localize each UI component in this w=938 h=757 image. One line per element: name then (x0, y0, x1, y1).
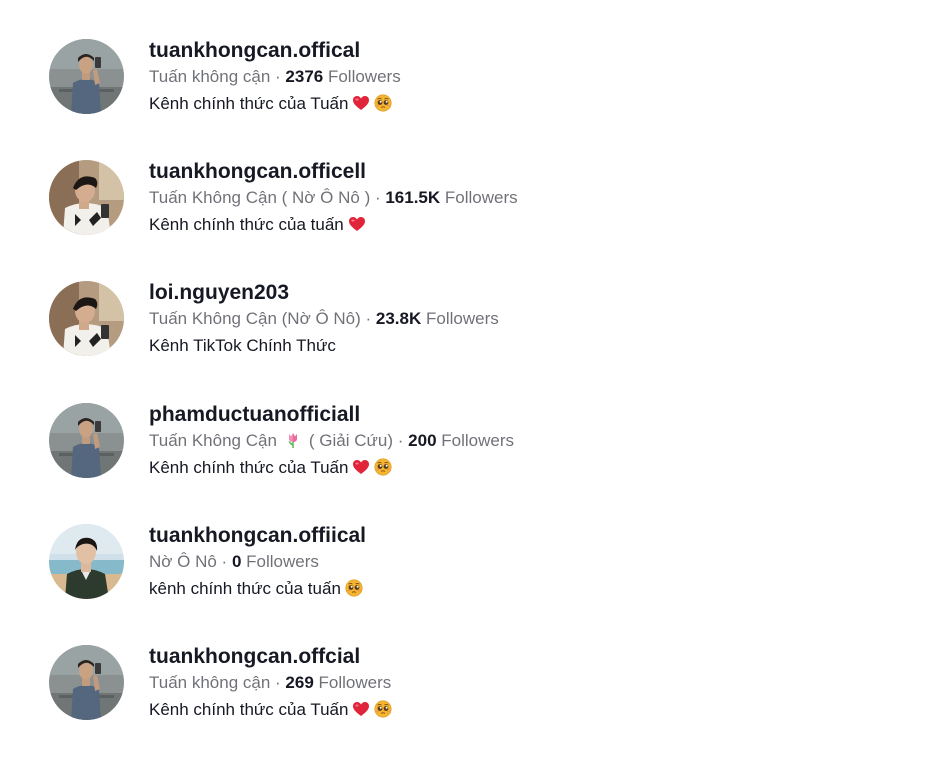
nickname-part-1: Tuấn Không Cận (149, 431, 277, 450)
followers-count: 23.8K (375, 309, 422, 328)
username[interactable]: loi.nguyen203 (149, 280, 499, 306)
followers-label: Followers (436, 431, 514, 450)
followers-count: 269 (285, 673, 314, 692)
bio-text: Kênh chính thức của Tuấn (149, 700, 349, 719)
pleading-face-emoji (345, 579, 363, 597)
user-bio: Kênh TikTok Chính Thức (149, 335, 499, 357)
user-result-item[interactable]: tuankhongcan.offcial Tuấn không cận · 26… (49, 644, 909, 744)
meta-separator: · (270, 673, 286, 692)
avatar[interactable] (49, 403, 124, 478)
bio-text: Kênh chính thức của Tuấn (149, 458, 349, 477)
user-result-item[interactable]: tuankhongcan.offiical Nờ Ô Nô · 0 Follow… (49, 523, 909, 623)
nickname: Nờ Ô Nô (149, 552, 217, 571)
avatar[interactable] (49, 645, 124, 720)
user-bio: Kênh chính thức của Tuấn (149, 93, 401, 115)
user-bio: Kênh chính thức của Tuấn (149, 699, 392, 721)
red-heart-emoji (352, 94, 370, 112)
nickname: Tuấn không cận (149, 673, 271, 692)
meta-separator: · (270, 67, 286, 86)
followers-label: Followers (440, 188, 518, 207)
bio-text: kênh chính thức của tuấn (149, 579, 341, 598)
meta-separator: · (370, 188, 386, 207)
user-meta: Tuấn Không Cận ( Giải Cứu) · 200 Follower… (149, 430, 514, 452)
followers-count: 0 (231, 552, 242, 571)
followers-label: Followers (241, 552, 319, 571)
pleading-face-emoji (374, 94, 392, 112)
user-info: phamductuanofficiall Tuấn Không Cận ( Giả… (149, 402, 514, 479)
meta-separator: · (216, 552, 232, 571)
bio-text: Kênh chính thức của tuấn (149, 215, 344, 234)
nickname-part-2: ( Giải Cứu) (308, 431, 394, 450)
user-info: tuankhongcan.officell Tuấn Không Cận ( N… (149, 159, 518, 236)
user-info: tuankhongcan.offcial Tuấn không cận · 26… (149, 644, 392, 721)
user-meta: Tuấn Không Cận (Nờ Ô Nô) · 23.8K Followe… (149, 308, 499, 330)
bio-text: Kênh TikTok Chính Thức (149, 336, 336, 355)
user-bio: Kênh chính thức của Tuấn (149, 457, 514, 479)
avatar[interactable] (49, 524, 124, 599)
user-meta: Tuấn Không Cận ( Nờ Ô Nô ) · 161.5K Foll… (149, 187, 518, 209)
nickname: Tuấn Không Cận ( Nờ Ô Nô ) (149, 188, 371, 207)
username[interactable]: tuankhongcan.officell (149, 159, 518, 185)
username[interactable]: phamductuanofficiall (149, 402, 514, 428)
user-result-item[interactable]: loi.nguyen203 Tuấn Không Cận (Nờ Ô Nô) ·… (49, 280, 909, 380)
avatar[interactable] (49, 39, 124, 114)
red-heart-emoji (348, 215, 366, 233)
red-heart-emoji (352, 458, 370, 476)
user-result-item[interactable]: phamductuanofficiall Tuấn Không Cận ( Giả… (49, 402, 909, 502)
user-info: loi.nguyen203 Tuấn Không Cận (Nờ Ô Nô) ·… (149, 280, 499, 357)
user-result-item[interactable]: tuankhongcan.officell Tuấn Không Cận ( N… (49, 159, 909, 259)
followers-label: Followers (323, 67, 401, 86)
followers-count: 200 (408, 431, 437, 450)
user-bio: Kênh chính thức của tuấn (149, 214, 518, 236)
username[interactable]: tuankhongcan.offiical (149, 523, 366, 549)
user-search-results: tuankhongcan.offical Tuấn không cận · 23… (0, 0, 938, 757)
followers-label: Followers (313, 673, 392, 692)
avatar[interactable] (49, 281, 124, 356)
nickname: Tuấn Không Cận (Nờ Ô Nô) (149, 309, 361, 328)
nickname: Tuấn không cận (149, 67, 271, 86)
user-meta: Tuấn không cận · 269 Followers (149, 672, 392, 694)
username[interactable]: tuankhongcan.offcial (149, 644, 392, 670)
username[interactable]: tuankhongcan.offical (149, 38, 401, 64)
tulip-emoji (284, 431, 302, 449)
bio-text: Kênh chính thức của Tuấn (149, 94, 349, 113)
meta-separator: · (393, 431, 409, 450)
followers-count: 2376 (285, 67, 324, 86)
user-meta: Nờ Ô Nô · 0 Followers (149, 551, 366, 573)
pleading-face-emoji (374, 700, 392, 718)
red-heart-emoji (352, 700, 370, 718)
avatar[interactable] (49, 160, 124, 235)
user-bio: kênh chính thức của tuấn (149, 578, 366, 600)
followers-count: 161.5K (385, 188, 441, 207)
meta-separator: · (360, 309, 376, 328)
user-meta: Tuấn không cận · 2376 Followers (149, 66, 401, 88)
user-info: tuankhongcan.offical Tuấn không cận · 23… (149, 38, 401, 115)
user-info: tuankhongcan.offiical Nờ Ô Nô · 0 Follow… (149, 523, 366, 600)
pleading-face-emoji (374, 458, 392, 476)
followers-label: Followers (421, 309, 499, 328)
user-result-item[interactable]: tuankhongcan.offical Tuấn không cận · 23… (49, 38, 909, 138)
